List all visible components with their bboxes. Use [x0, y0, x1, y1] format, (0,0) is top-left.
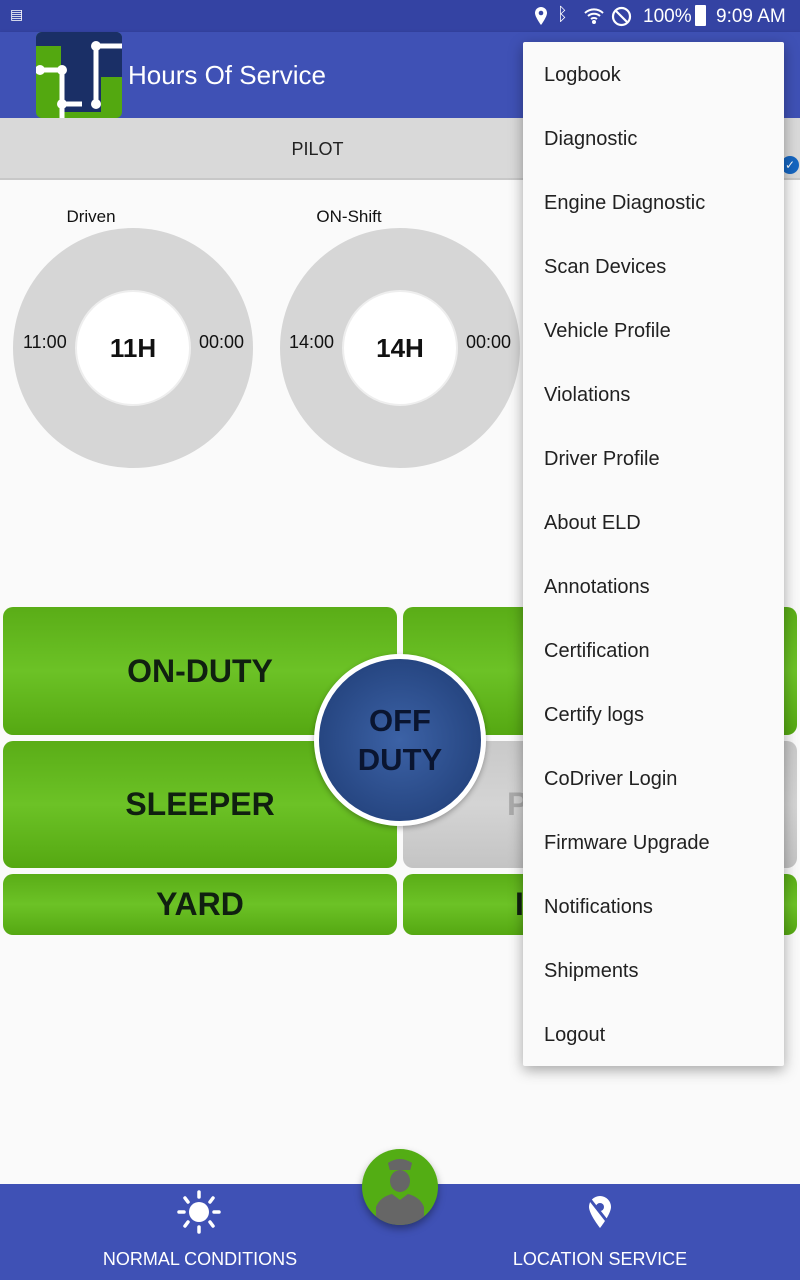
gauge-onshift-value: 14H: [342, 290, 458, 406]
bluetooth-icon: ᛒ: [557, 4, 568, 24]
menu-item-notifications[interactable]: Notifications: [523, 875, 784, 939]
gauge-onshift-left: 14:00: [289, 332, 335, 352]
normal-conditions-button[interactable]: NORMAL CONDITIONS: [0, 1249, 400, 1270]
menu-item-engine-diagnostic[interactable]: Engine Diagnostic: [523, 171, 784, 235]
app-title: Hours Of Service: [128, 60, 326, 90]
overflow-menu: Logbook Diagnostic Engine Diagnostic Sca…: [523, 42, 784, 1066]
sun-icon: [177, 1190, 221, 1234]
gauge-driven-label: Driven: [66, 207, 116, 226]
battery-percent: 100%: [643, 6, 692, 27]
off-duty-button[interactable]: OFF DUTY: [314, 654, 486, 826]
off-duty-line1: OFF: [369, 703, 431, 738]
off-duty-line2: DUTY: [357, 742, 443, 777]
menu-item-scan-devices[interactable]: Scan Devices: [523, 235, 784, 299]
menu-item-driver-profile[interactable]: Driver Profile: [523, 427, 784, 491]
status-bar: ▤ ᛒ 100% 9:09 AM: [0, 0, 800, 32]
menu-item-logout[interactable]: Logout: [523, 1003, 784, 1067]
menu-item-logbook[interactable]: Logbook: [523, 43, 784, 107]
menu-item-about-eld[interactable]: About ELD: [523, 491, 784, 555]
location-icon: [535, 7, 547, 25]
sim-card-icon: ▤: [10, 6, 24, 22]
gauge-onshift-right: 00:00: [466, 332, 512, 352]
menu-item-certify-logs[interactable]: Certify logs: [523, 683, 784, 747]
menu-item-firmware-upgrade[interactable]: Firmware Upgrade: [523, 811, 784, 875]
menu-item-codriver-login[interactable]: CoDriver Login: [523, 747, 784, 811]
clock: 9:09 AM: [716, 6, 786, 27]
gauge-onshift-label: ON-Shift: [316, 207, 382, 226]
location-off-icon: [586, 1196, 612, 1228]
app-logo: [36, 32, 122, 118]
menu-item-vehicle-profile[interactable]: Vehicle Profile: [523, 299, 784, 363]
do-not-disturb-icon: [611, 6, 632, 27]
gauge-driven-right: 00:00: [199, 332, 245, 352]
menu-item-violations[interactable]: Violations: [523, 363, 784, 427]
wifi-icon: [584, 8, 604, 24]
battery-icon: [695, 5, 706, 26]
gauge-driven-value: 11H: [75, 290, 191, 406]
driver-fab[interactable]: [362, 1149, 438, 1225]
menu-item-annotations[interactable]: Annotations: [523, 555, 784, 619]
location-service-button[interactable]: LOCATION SERVICE: [400, 1249, 800, 1270]
menu-item-certification[interactable]: Certification: [523, 619, 784, 683]
menu-item-diagnostic[interactable]: Diagnostic: [523, 107, 784, 171]
menu-item-shipments[interactable]: Shipments: [523, 939, 784, 1003]
yard-button[interactable]: YARD: [3, 874, 397, 935]
gauge-driven-left: 11:00: [23, 332, 67, 352]
officer-icon: [376, 1159, 424, 1225]
